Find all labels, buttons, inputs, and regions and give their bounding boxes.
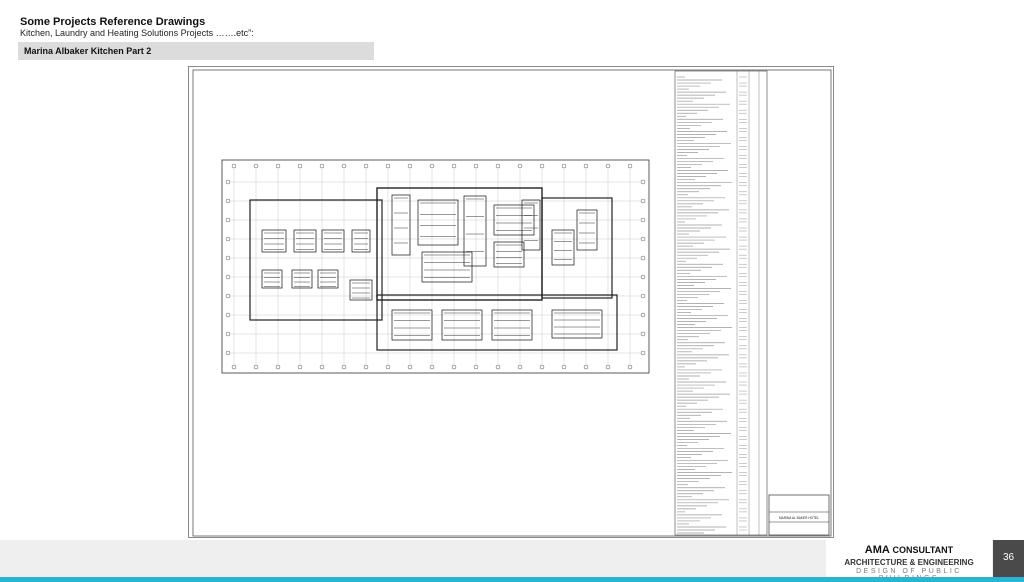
- grid-bubble: [640, 274, 646, 280]
- equipment-block: [463, 195, 487, 267]
- grid-bubble: [539, 364, 545, 370]
- grid-bubble: [640, 179, 646, 185]
- grid-bubble: [627, 364, 633, 370]
- grid-bubble: [605, 163, 611, 169]
- grid-bubble: [640, 312, 646, 318]
- building-wing-left: [249, 199, 383, 321]
- grid-bubble: [640, 198, 646, 204]
- plan-viewport-border: [221, 159, 650, 374]
- grid-bubble: [225, 236, 231, 242]
- grid-bubble: [561, 163, 567, 169]
- grid-bubble: [231, 364, 237, 370]
- grid-bubble: [225, 179, 231, 185]
- brand-tagline: ARCHITECTURE & ENGINEERING: [844, 558, 974, 567]
- equipment-block: [293, 229, 317, 253]
- equipment-block: [351, 229, 371, 253]
- drawing-sheet: MARINA AL BAKER HOTEL: [188, 66, 834, 538]
- grid-bubble: [473, 163, 479, 169]
- equipment-block: [321, 229, 345, 253]
- equipment-block: [391, 194, 411, 256]
- section-label: Marina Albaker Kitchen Part 2: [18, 42, 374, 60]
- brand-block: AMA CONSULTANT ARCHITECTURE & ENGINEERIN…: [826, 540, 992, 582]
- grid-bubble: [495, 163, 501, 169]
- grid-bubble: [583, 364, 589, 370]
- equipment-block: [551, 229, 575, 266]
- kitchen-floor-plan-drawing: MARINA AL BAKER HOTEL: [192, 69, 832, 537]
- grid-bubble: [253, 364, 259, 370]
- grid-bubble: [363, 163, 369, 169]
- grid-bubble: [253, 163, 259, 169]
- sheet-inner-border: [192, 69, 832, 537]
- grid-bubble: [225, 255, 231, 261]
- grid-bubble: [225, 274, 231, 280]
- grid-bubble: [473, 364, 479, 370]
- grid-bubble: [385, 364, 391, 370]
- grid-bubble: [363, 364, 369, 370]
- grid-bubble: [275, 163, 281, 169]
- grid-bubble: [583, 163, 589, 169]
- grid-bubble: [640, 236, 646, 242]
- grid-bubble: [605, 364, 611, 370]
- brand-name: AMA CONSULTANT: [826, 544, 992, 556]
- grid-bubble: [231, 163, 237, 169]
- brand-name-rest: CONSULTANT: [892, 545, 954, 555]
- grid-bubble: [385, 163, 391, 169]
- grid-bubble: [275, 364, 281, 370]
- grid-bubble: [451, 163, 457, 169]
- grid-bubble: [225, 293, 231, 299]
- grid-bubble: [640, 217, 646, 223]
- grid-bubble: [561, 364, 567, 370]
- grid-bubble: [225, 217, 231, 223]
- equipment-block: [493, 241, 525, 268]
- grid-bubble: [319, 163, 325, 169]
- page-number: 36: [1002, 552, 1015, 563]
- grid-bubble: [341, 364, 347, 370]
- grid-bubble: [495, 364, 501, 370]
- equipment-block: [261, 269, 283, 289]
- grid-bubble: [225, 198, 231, 204]
- page-number-box: 36: [993, 540, 1024, 577]
- title-block-project: MARINA AL BAKER HOTEL: [779, 516, 819, 520]
- footer-accent-bar: [0, 577, 1024, 582]
- grid-bubble: [225, 312, 231, 318]
- slide-subtitle: Kitchen, Laundry and Heating Solutions P…: [20, 28, 254, 38]
- grid-bubble: [297, 163, 303, 169]
- grid-bubble: [225, 350, 231, 356]
- equipment-block: [291, 269, 313, 289]
- building-wing-bottom: [376, 294, 618, 351]
- grid-bubble: [319, 364, 325, 370]
- grid-bubble: [517, 364, 523, 370]
- grid-bubble: [451, 364, 457, 370]
- grid-bubble: [429, 364, 435, 370]
- grid-bubble: [640, 331, 646, 337]
- slide-title: Some Projects Reference Drawings: [20, 16, 206, 28]
- grid-bubble: [517, 163, 523, 169]
- grid-bubble: [429, 163, 435, 169]
- equipment-block: [576, 209, 598, 251]
- grid-bubble: [640, 350, 646, 356]
- equipment-block: [417, 199, 459, 246]
- grid-bubble: [407, 364, 413, 370]
- title-block: [768, 494, 830, 536]
- grid-bubble: [640, 293, 646, 299]
- grid-bubble: [225, 331, 231, 337]
- grid-bubble: [341, 163, 347, 169]
- grid-bubble: [297, 364, 303, 370]
- equipment-block: [521, 199, 541, 251]
- grid-bubble: [407, 163, 413, 169]
- equipment-block: [261, 229, 287, 253]
- equipment-block: [317, 269, 339, 289]
- grid-bubble: [627, 163, 633, 169]
- grid-bubble: [640, 255, 646, 261]
- brand-name-bold: AMA: [864, 544, 890, 556]
- grid-bubble: [539, 163, 545, 169]
